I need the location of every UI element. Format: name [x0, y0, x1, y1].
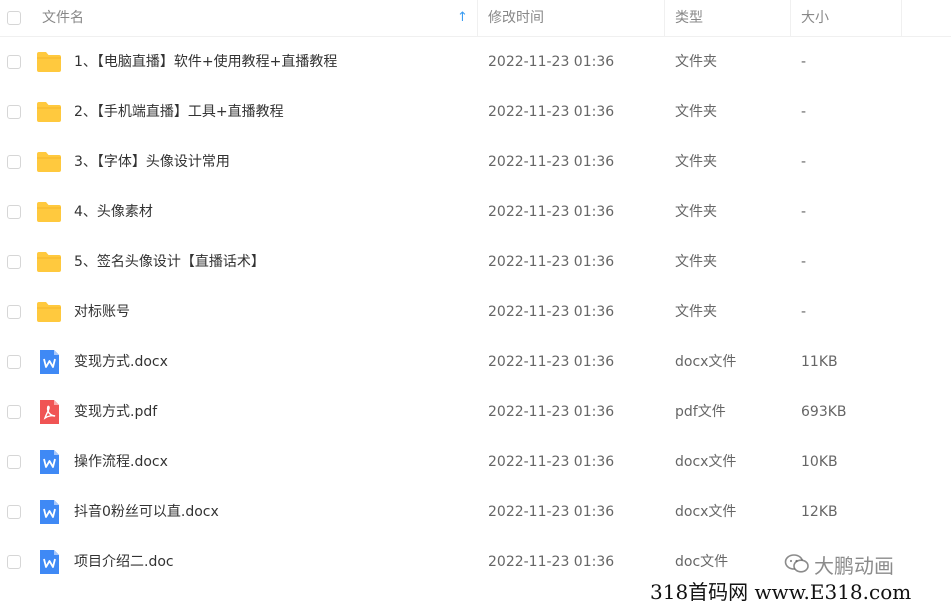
file-modified-time: 2022-11-23 01:36 — [488, 54, 615, 70]
wechat-watermark-text: 大鹏动画 — [814, 554, 894, 578]
row-checkbox[interactable] — [7, 305, 21, 319]
folder-icon — [36, 150, 62, 174]
file-type: 文件夹 — [675, 304, 717, 320]
column-divider[interactable] — [790, 0, 791, 36]
file-list-header: 文件名 ↑ 修改时间 类型 大小 — [0, 0, 951, 37]
file-modified-time: 2022-11-23 01:36 — [488, 504, 615, 520]
file-name[interactable]: 1、【电脑直播】软件+使用教程+直播教程 — [74, 37, 337, 87]
row-checkbox[interactable] — [7, 405, 21, 419]
file-size: - — [801, 154, 807, 170]
file-row[interactable]: 5、签名头像设计【直播话术】 2022-11-23 01:36 文件夹 - — [0, 237, 951, 287]
column-divider[interactable] — [901, 0, 902, 36]
file-name[interactable]: 变现方式.docx — [74, 337, 168, 387]
file-name[interactable]: 抖音0粉丝可以直.docx — [74, 487, 219, 537]
column-header-name[interactable]: 文件名 — [42, 0, 84, 36]
file-type: docx文件 — [675, 504, 737, 520]
wechat-watermark: 大鹏动画 — [784, 552, 894, 580]
file-name[interactable]: 变现方式.pdf — [74, 387, 157, 437]
file-modified-time: 2022-11-23 01:36 — [488, 454, 615, 470]
file-type: 文件夹 — [675, 54, 717, 70]
row-checkbox[interactable] — [7, 155, 21, 169]
file-type: docx文件 — [675, 354, 737, 370]
file-modified-time: 2022-11-23 01:36 — [488, 104, 615, 120]
file-name[interactable]: 操作流程.docx — [74, 437, 168, 487]
folder-icon — [36, 200, 62, 224]
row-checkbox[interactable] — [7, 455, 21, 469]
word-doc-icon — [36, 450, 62, 474]
file-modified-time: 2022-11-23 01:36 — [488, 304, 615, 320]
file-name[interactable]: 4、头像素材 — [74, 187, 153, 237]
arrow-up-icon[interactable]: ↑ — [457, 0, 468, 36]
folder-icon — [36, 50, 62, 74]
file-size: 12KB — [801, 504, 838, 520]
file-size: 693KB — [801, 404, 847, 420]
folder-icon — [36, 300, 62, 324]
file-row[interactable]: 对标账号 2022-11-23 01:36 文件夹 - — [0, 287, 951, 337]
row-checkbox[interactable] — [7, 55, 21, 69]
file-size: - — [801, 254, 807, 270]
file-size: 10KB — [801, 454, 838, 470]
file-size: - — [801, 204, 807, 220]
file-row[interactable]: 3、【字体】头像设计常用 2022-11-23 01:36 文件夹 - — [0, 137, 951, 187]
file-row[interactable]: 2、【手机端直播】工具+直播教程 2022-11-23 01:36 文件夹 - — [0, 87, 951, 137]
word-doc-icon — [36, 550, 62, 574]
file-modified-time: 2022-11-23 01:36 — [488, 354, 615, 370]
file-type: docx文件 — [675, 454, 737, 470]
column-header-modified[interactable]: 修改时间 — [488, 0, 544, 36]
column-divider[interactable] — [664, 0, 665, 36]
column-header-type[interactable]: 类型 — [675, 0, 703, 36]
file-size: - — [801, 104, 807, 120]
word-doc-icon — [36, 500, 62, 524]
file-modified-time: 2022-11-23 01:36 — [488, 404, 615, 420]
row-checkbox[interactable] — [7, 355, 21, 369]
file-modified-time: 2022-11-23 01:36 — [488, 204, 615, 220]
row-checkbox[interactable] — [7, 255, 21, 269]
file-row[interactable]: 1、【电脑直播】软件+使用教程+直播教程 2022-11-23 01:36 文件夹 - — [0, 37, 951, 87]
folder-icon — [36, 250, 62, 274]
file-row[interactable]: 4、头像素材 2022-11-23 01:36 文件夹 - — [0, 187, 951, 237]
file-modified-time: 2022-11-23 01:36 — [488, 154, 615, 170]
file-name[interactable]: 3、【字体】头像设计常用 — [74, 137, 230, 187]
file-name[interactable]: 5、签名头像设计【直播话术】 — [74, 237, 265, 287]
site-watermark: 318首码网 www.E318.com — [646, 578, 916, 607]
file-type: 文件夹 — [675, 154, 717, 170]
select-all-checkbox[interactable] — [7, 11, 21, 25]
file-row[interactable]: 变现方式.docx 2022-11-23 01:36 docx文件 11KB — [0, 337, 951, 387]
row-checkbox[interactable] — [7, 555, 21, 569]
row-checkbox[interactable] — [7, 205, 21, 219]
file-size: 11KB — [801, 354, 838, 370]
file-name[interactable]: 2、【手机端直播】工具+直播教程 — [74, 87, 284, 137]
file-type: 文件夹 — [675, 204, 717, 220]
word-doc-icon — [36, 350, 62, 374]
column-header-size[interactable]: 大小 — [801, 0, 829, 36]
file-type: 文件夹 — [675, 104, 717, 120]
row-checkbox[interactable] — [7, 105, 21, 119]
file-name[interactable]: 对标账号 — [74, 287, 130, 337]
file-name[interactable]: 项目介绍二.doc — [74, 537, 174, 587]
file-size: - — [801, 54, 807, 70]
file-type: pdf文件 — [675, 404, 726, 420]
file-row[interactable]: 变现方式.pdf 2022-11-23 01:36 pdf文件 693KB — [0, 387, 951, 437]
file-row[interactable]: 抖音0粉丝可以直.docx 2022-11-23 01:36 docx文件 12KB — [0, 487, 951, 537]
folder-icon — [36, 100, 62, 124]
row-checkbox[interactable] — [7, 505, 21, 519]
file-row[interactable]: 操作流程.docx 2022-11-23 01:36 docx文件 10KB — [0, 437, 951, 487]
file-type: 文件夹 — [675, 254, 717, 270]
file-size: - — [801, 304, 807, 320]
file-modified-time: 2022-11-23 01:36 — [488, 554, 615, 570]
pdf-icon — [36, 400, 62, 424]
column-divider[interactable] — [477, 0, 478, 36]
file-modified-time: 2022-11-23 01:36 — [488, 254, 615, 270]
